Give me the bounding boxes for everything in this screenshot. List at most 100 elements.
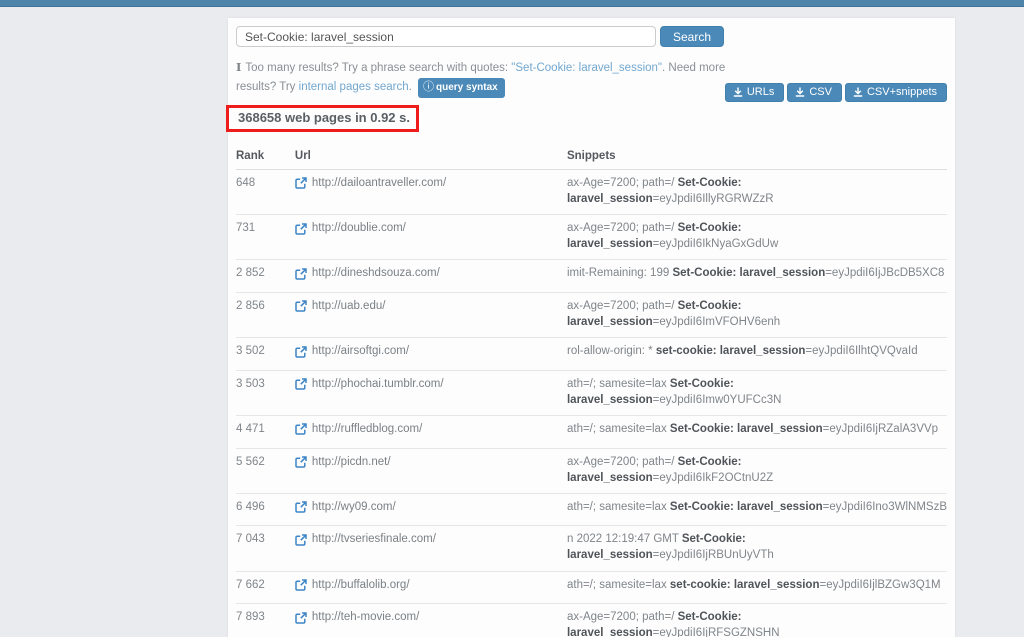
- result-url-link[interactable]: http://picdn.net/: [295, 454, 391, 470]
- snippet-text: ax-Age=7200; path=/: [567, 222, 678, 234]
- url-cell: http://wy09.com/: [295, 493, 567, 526]
- result-url-link[interactable]: http://dineshdsouza.com/: [295, 265, 440, 281]
- snippet-line: ax-Age=7200; path=/ Set-Cookie:: [567, 298, 947, 314]
- download-csv-snippets-button[interactable]: CSV+snippets: [845, 83, 947, 102]
- result-url-text: http://buffalolib.org/: [312, 577, 410, 593]
- url-cell: http://teh-movie.com/: [295, 604, 567, 637]
- result-count-highlight-box: 368658 web pages in 0.92 s.: [226, 105, 419, 132]
- snippet-text: =eyJpdiI6ImVFOHV6enh: [653, 316, 781, 328]
- search-button[interactable]: Search: [660, 26, 724, 47]
- result-url-link[interactable]: http://phochai.tumblr.com/: [295, 376, 444, 392]
- rank-cell: 2 852: [236, 260, 295, 293]
- external-link-icon: [295, 456, 307, 468]
- download-icon: [795, 87, 805, 97]
- snippet-text: ax-Age=7200; path=/: [567, 456, 678, 468]
- result-url-text: http://phochai.tumblr.com/: [312, 376, 444, 392]
- result-url-link[interactable]: http://tvseriesfinale.com/: [295, 531, 436, 547]
- snippet-text: =eyJpdiI6Imw0YUFCc3N: [653, 394, 782, 406]
- rank-cell: 2 856: [236, 292, 295, 337]
- rank-cell: 3 502: [236, 338, 295, 371]
- hint-after: .: [409, 81, 412, 93]
- external-link-icon: [295, 378, 307, 390]
- download-urls-button[interactable]: URLs: [725, 83, 785, 102]
- snippet-text: ath=/; samesite=lax: [567, 579, 670, 591]
- url-cell: http://uab.edu/: [295, 292, 567, 337]
- snippet-cell: ath=/; samesite=lax Set-Cookie:laravel_s…: [567, 370, 947, 415]
- results-table: Rank Url Snippets 648http://dailoantrave…: [236, 146, 947, 637]
- snippet-line: laravel_session=eyJpdiI6IllyRGRWZzR: [567, 191, 947, 207]
- snippet-text: =eyJpdiI6IlhtQVQvaId: [805, 345, 917, 357]
- snippet-match-text: set-cookie: laravel_session: [670, 579, 820, 591]
- download-icon: [733, 87, 743, 97]
- rank-cell: 3 503: [236, 370, 295, 415]
- hint-before: Too many results? Try a phrase search wi…: [245, 62, 511, 74]
- snippet-cell: ax-Age=7200; path=/ Set-Cookie:laravel_s…: [567, 604, 947, 637]
- info-icon: I: [236, 60, 241, 74]
- url-cell: http://dineshdsouza.com/: [295, 260, 567, 293]
- download-icon: [853, 87, 863, 97]
- rank-cell: 7 662: [236, 571, 295, 604]
- rank-cell: 648: [236, 169, 295, 214]
- snippet-match-text: Set-Cookie:: [678, 177, 742, 189]
- table-row: 3 502http://airsoftgi.com/rol-allow-orig…: [236, 338, 947, 371]
- query-syntax-label: query syntax: [436, 82, 498, 93]
- result-url-link[interactable]: http://doublie.com/: [295, 220, 406, 236]
- snippet-line: imit-Remaining: 199 Set-Cookie: laravel_…: [567, 265, 947, 281]
- snippet-line: ath=/; samesite=lax Set-Cookie: laravel_…: [567, 421, 947, 437]
- internal-pages-search-link[interactable]: internal pages search: [299, 81, 409, 93]
- url-cell: http://dailoantraveller.com/: [295, 169, 567, 214]
- snippet-cell: ax-Age=7200; path=/ Set-Cookie: laravel_s…: [567, 292, 947, 337]
- snippet-line: laravel_session=eyJpdiI6IjRBUnUyVTh: [567, 547, 947, 563]
- download-csv-button[interactable]: CSV: [787, 83, 842, 102]
- column-header-rank: Rank: [236, 146, 295, 170]
- result-url-link[interactable]: http://wy09.com/: [295, 499, 396, 515]
- snippet-text: ax-Age=7200; path=/: [567, 300, 678, 312]
- snippet-match-text: laravel_session: [567, 549, 653, 561]
- snippet-line: ax-Age=7200; path=/ Set-Cookie:: [567, 609, 947, 625]
- query-syntax-badge[interactable]: ⓘquery syntax: [418, 78, 505, 98]
- result-url-link[interactable]: http://dailoantraveller.com/: [295, 175, 446, 191]
- snippet-line: laravel_session=eyJpdiI6IjRFSGZNSHN: [567, 625, 947, 637]
- result-url-text: http://dailoantraveller.com/: [312, 175, 446, 191]
- external-link-icon: [295, 346, 307, 358]
- table-row: 2 856http://uab.edu/ax-Age=7200; path=/ …: [236, 292, 947, 337]
- snippet-text: ath=/; samesite=lax: [567, 501, 670, 513]
- result-url-text: http://ruffledblog.com/: [312, 421, 422, 437]
- hint-text: I Too many results? Try a phrase search w…: [236, 59, 740, 98]
- result-url-link[interactable]: http://airsoftgi.com/: [295, 343, 409, 359]
- snippet-text: =eyJpdiI6IjJBcDB5XC8: [825, 267, 944, 279]
- snippet-match-text: Set-Cookie: laravel_session: [670, 501, 823, 513]
- snippet-cell: n 2022 12:19:47 GMT Set-Cookie:laravel_s…: [567, 526, 947, 571]
- url-cell: http://airsoftgi.com/: [295, 338, 567, 371]
- result-url-link[interactable]: http://ruffledblog.com/: [295, 421, 422, 437]
- result-url-link[interactable]: http://buffalolib.org/: [295, 577, 410, 593]
- snippet-line: ath=/; samesite=lax Set-Cookie: laravel_…: [567, 499, 947, 515]
- snippet-match-text: Set-Cookie: laravel_session: [672, 267, 825, 279]
- table-row: 731http://doublie.com/ax-Age=7200; path=…: [236, 215, 947, 260]
- snippet-match-text: laravel_session: [567, 316, 653, 328]
- download-csv-snippets-label: CSV+snippets: [867, 86, 937, 98]
- external-link-icon: [295, 501, 307, 513]
- top-accent-bar: [0, 0, 1024, 7]
- snippet-match-text: Set-Cookie:: [678, 222, 742, 234]
- export-buttons: URLs CSV CSV+snippets: [725, 83, 947, 102]
- snippet-text: ax-Age=7200; path=/: [567, 177, 678, 189]
- result-url-link[interactable]: http://uab.edu/: [295, 298, 386, 314]
- snippet-match-text: Set-Cookie: laravel_session: [670, 423, 823, 435]
- table-row: 5 562http://picdn.net/ax-Age=7200; path=…: [236, 448, 947, 493]
- table-row: 7 043http://tvseriesfinale.com/n 2022 12…: [236, 526, 947, 571]
- quoted-query-link[interactable]: "Set-Cookie: laravel_session": [511, 62, 662, 74]
- url-cell: http://ruffledblog.com/: [295, 415, 567, 448]
- table-row: 2 852http://dineshdsouza.com/imit-Remain…: [236, 260, 947, 293]
- download-urls-label: URLs: [747, 86, 775, 98]
- table-row: 6 496http://wy09.com/ath=/; samesite=lax…: [236, 493, 947, 526]
- result-url-text: http://airsoftgi.com/: [312, 343, 409, 359]
- external-link-icon: [295, 579, 307, 591]
- snippet-cell: ax-Age=7200; path=/ Set-Cookie: laravel_s…: [567, 169, 947, 214]
- snippet-match-text: laravel_session: [567, 238, 653, 250]
- search-input[interactable]: [236, 26, 656, 47]
- result-url-link[interactable]: http://teh-movie.com/: [295, 609, 419, 625]
- info-circle-icon: ⓘ: [423, 81, 434, 93]
- result-url-text: http://tvseriesfinale.com/: [312, 531, 436, 547]
- snippet-line: ax-Age=7200; path=/ Set-Cookie:: [567, 454, 947, 470]
